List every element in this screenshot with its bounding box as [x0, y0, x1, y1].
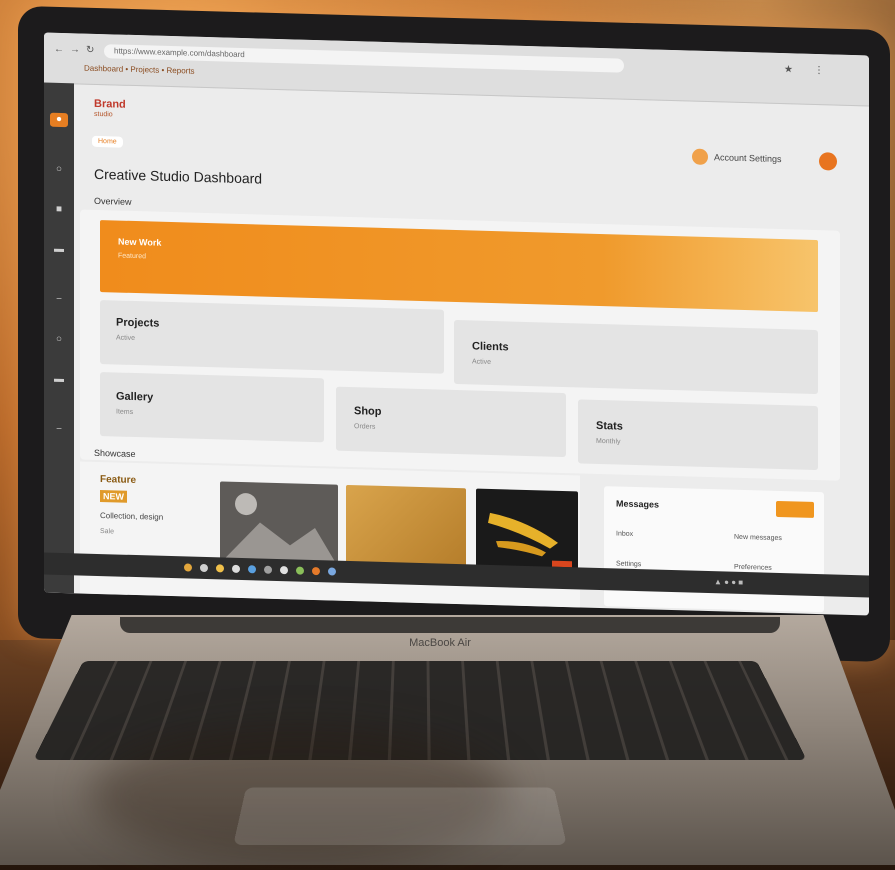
- card-title: Projects: [116, 316, 160, 330]
- card-subtitle: Active: [116, 334, 136, 343]
- avatar[interactable]: [819, 152, 837, 171]
- promo-foot: Sale: [100, 528, 115, 536]
- taskbar-app-icon[interactable]: [280, 566, 288, 575]
- list-item[interactable]: Settings: [616, 560, 641, 568]
- laptop-hinge: [120, 617, 780, 633]
- taskbar-app-icon[interactable]: [248, 565, 256, 574]
- refresh-icon[interactable]: ↻: [86, 45, 94, 56]
- thumbnail-gold[interactable]: [346, 484, 466, 571]
- card-title: Clients: [472, 340, 509, 354]
- mountain-icon: [220, 493, 338, 567]
- feather-icon: [488, 512, 572, 568]
- sidebar-item-reports[interactable]: ▬: [50, 243, 68, 258]
- brand-tagline: studio: [94, 110, 113, 119]
- card-clients[interactable]: [454, 319, 818, 395]
- card-subtitle: Active: [472, 358, 492, 366]
- trackpad: [233, 787, 567, 845]
- section-label-showcase: Showcase: [94, 447, 136, 460]
- card-title: Stats: [596, 419, 623, 433]
- sidebar-item-files[interactable]: ■: [50, 203, 68, 218]
- card-shop[interactable]: [336, 386, 566, 458]
- sidebar-item-messages[interactable]: ○: [50, 333, 68, 348]
- laptop-base: MacBook Air: [0, 615, 895, 870]
- taskbar-app-icon[interactable]: [296, 566, 304, 575]
- taskbar-app-icon[interactable]: [184, 563, 192, 572]
- card-stats[interactable]: [578, 399, 818, 471]
- sidebar-item-search[interactable]: ○: [50, 163, 68, 178]
- page-title: Creative Studio Dashboard: [94, 165, 263, 187]
- card-gallery[interactable]: [100, 372, 324, 443]
- sidebar-item-home[interactable]: ●: [50, 112, 68, 128]
- account-link[interactable]: Account Settings: [714, 152, 782, 164]
- extensions-icon[interactable]: ★: [784, 64, 793, 75]
- sidebar-item-help[interactable]: −: [50, 423, 68, 438]
- bookmarks-bar[interactable]: Dashboard • Projects • Reports: [84, 64, 195, 76]
- card-title: Gallery: [116, 390, 154, 404]
- thumbnail-dark[interactable]: [476, 488, 578, 574]
- hero-title: New Work: [118, 236, 162, 248]
- sidebar: ● ○ ■ ▬ − ○ ▬ −: [44, 82, 74, 594]
- sidebar-item-settings[interactable]: −: [50, 293, 68, 308]
- laptop-model-label: MacBook Air: [409, 637, 471, 649]
- menu-icon[interactable]: ⋮: [814, 65, 824, 76]
- taskbar-app-icon[interactable]: [312, 566, 320, 576]
- section-label-overview: Overview: [94, 195, 132, 207]
- card-subtitle: Monthly: [596, 437, 621, 446]
- forward-icon[interactable]: →: [70, 44, 80, 55]
- thumbnail-mountain[interactable]: [220, 481, 338, 567]
- promo-badge: NEW: [100, 490, 127, 503]
- laptop-screen: ← → ↻ https://www.example.com/dashboard …: [44, 32, 869, 616]
- messages-title: Messages: [616, 498, 660, 510]
- list-item-detail: Preferences: [734, 563, 772, 572]
- nav-home-pill[interactable]: Home: [92, 135, 123, 148]
- promo-text: Collection, design: [100, 511, 164, 522]
- card-subtitle: Orders: [354, 423, 376, 431]
- hero-subtitle: Featured: [118, 252, 147, 261]
- taskbar-app-icon[interactable]: [200, 563, 208, 573]
- taskbar-app-icon[interactable]: [264, 565, 272, 574]
- card-subtitle: Items: [116, 408, 134, 416]
- back-icon[interactable]: ←: [54, 44, 64, 55]
- card-projects[interactable]: [100, 300, 444, 374]
- list-item[interactable]: Inbox: [616, 530, 633, 537]
- brand-logo[interactable]: Brand: [94, 98, 126, 111]
- list-item-detail: New messages: [734, 533, 782, 543]
- card-title: Shop: [354, 405, 382, 418]
- messages-action-button[interactable]: [776, 500, 814, 518]
- system-tray[interactable]: ▲ ● ● ■: [714, 577, 743, 587]
- taskbar-app-icon[interactable]: [216, 564, 224, 573]
- promo-title: Feature: [100, 474, 137, 487]
- taskbar-app-icon[interactable]: [232, 564, 240, 573]
- notification-icon[interactable]: [692, 148, 708, 166]
- taskbar-app-icon[interactable]: [328, 567, 336, 576]
- sidebar-item-users[interactable]: ▬: [50, 373, 68, 388]
